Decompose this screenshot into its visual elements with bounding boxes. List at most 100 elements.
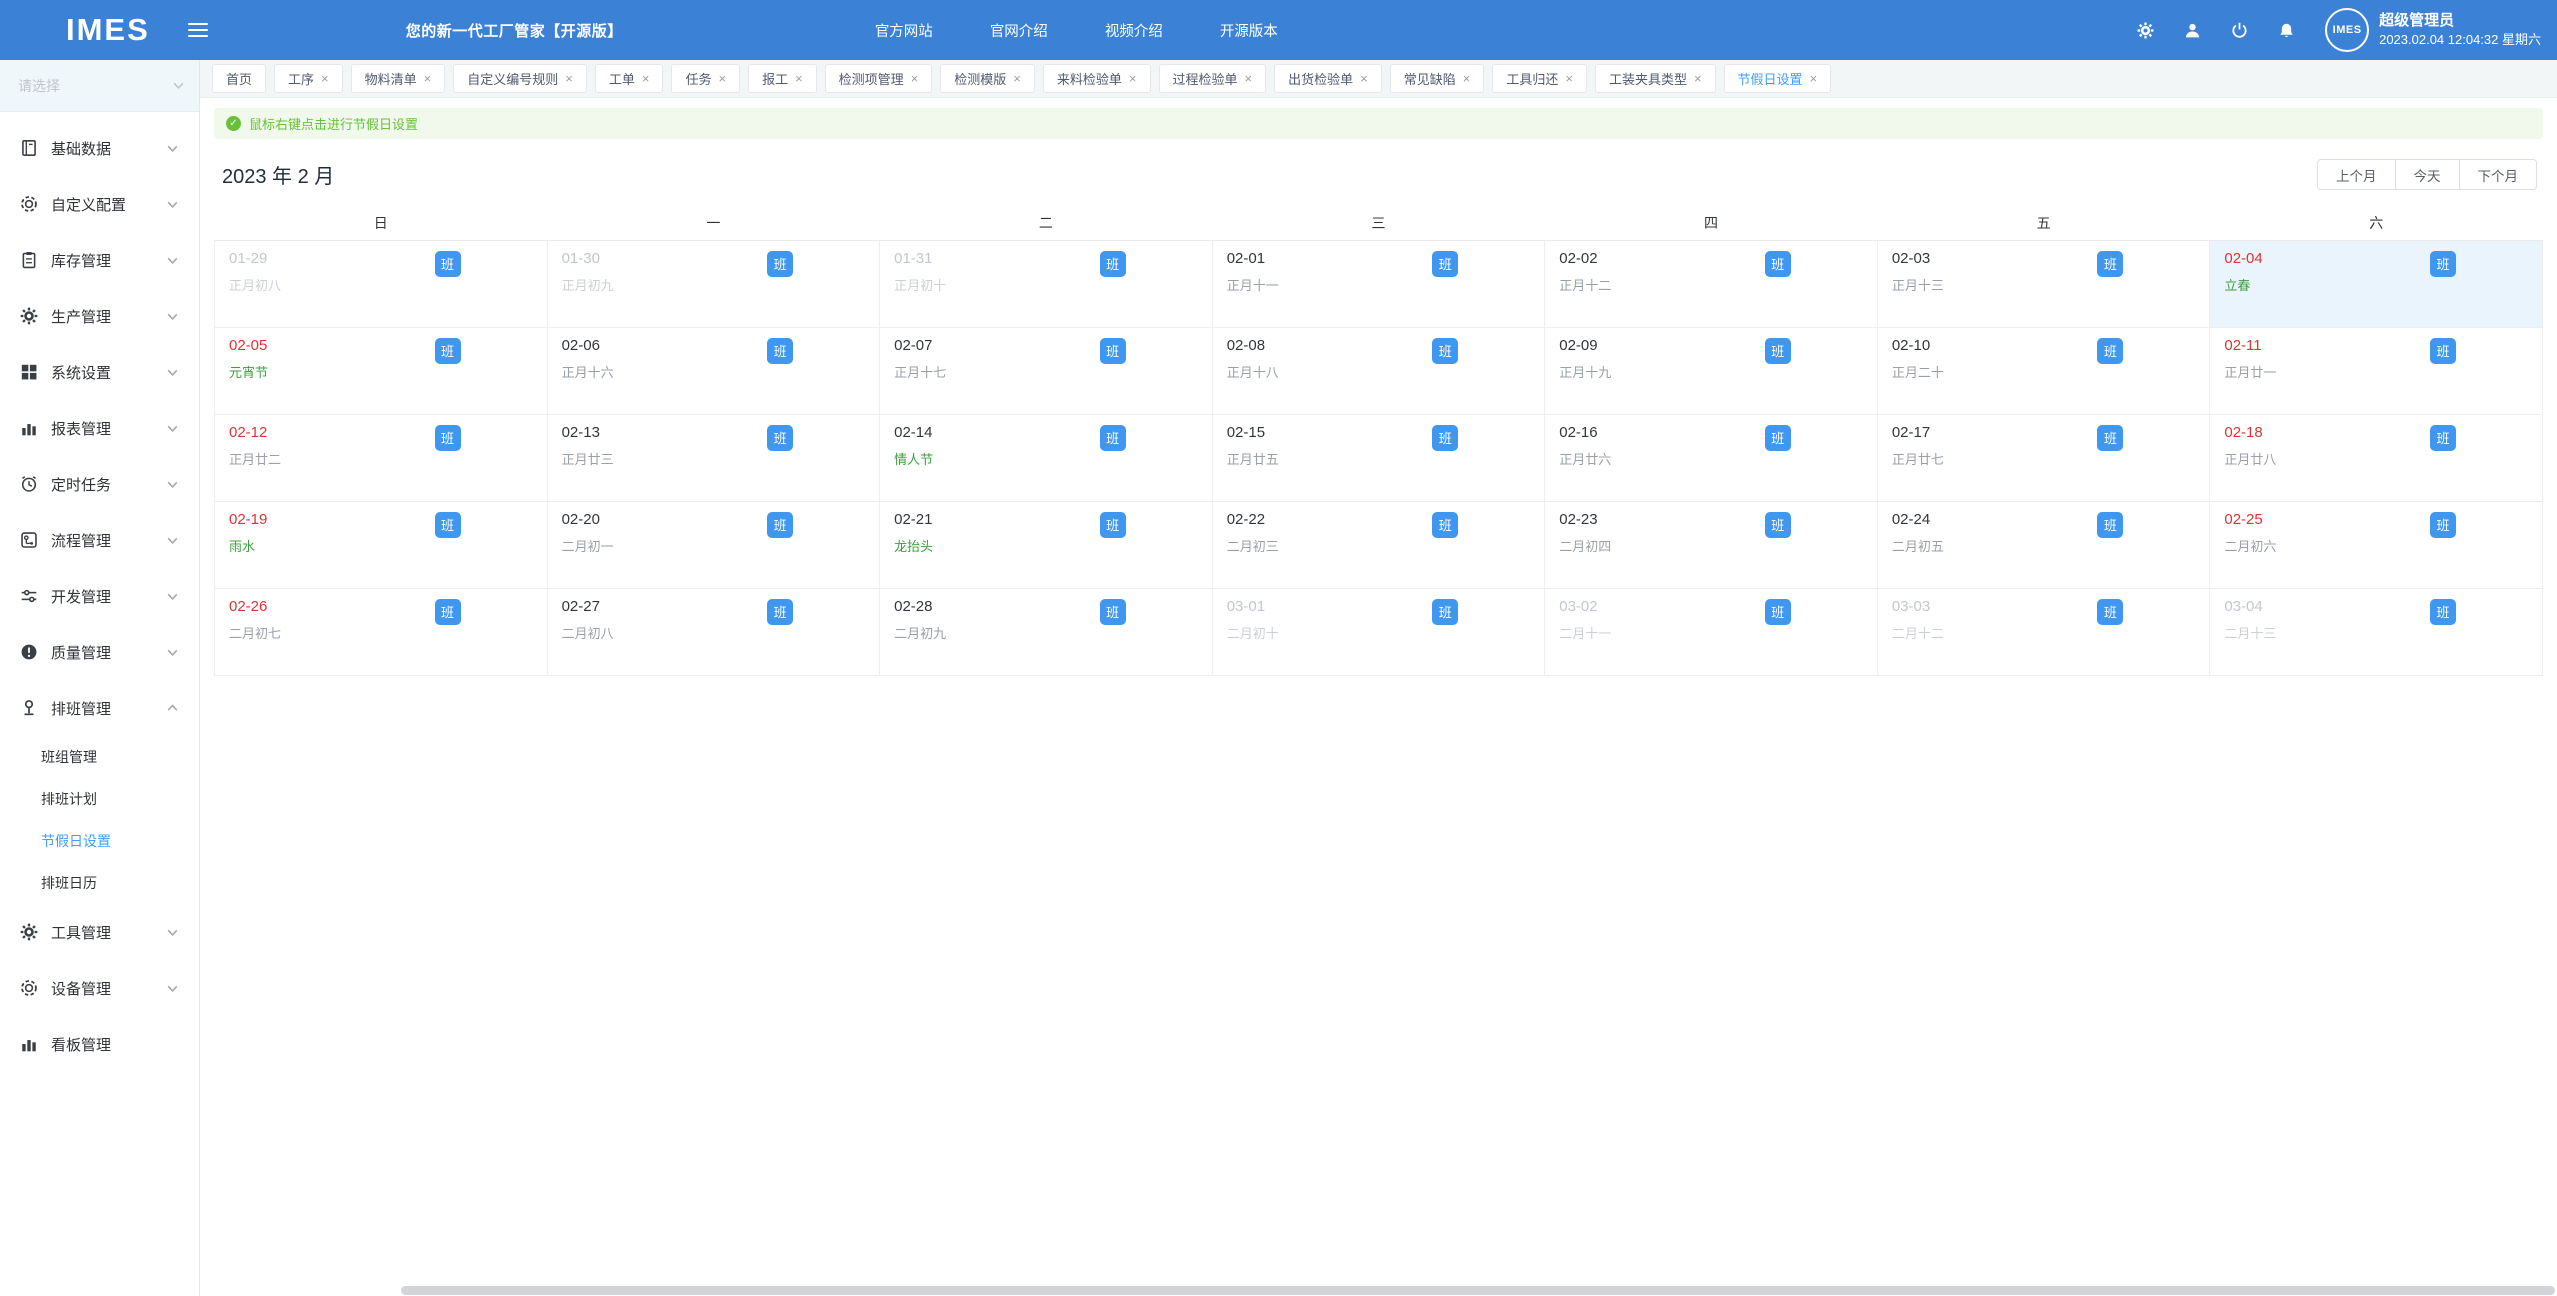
shift-badge[interactable]: 班 [435,599,461,625]
shift-badge[interactable]: 班 [1100,512,1126,538]
calendar-cell-02-21[interactable]: 02-21龙抬头班 [880,501,1213,588]
shift-badge[interactable]: 班 [1765,425,1791,451]
sidebar-subitem-排班计划[interactable]: 排班计划 [0,778,199,820]
calendar-cell-02-03[interactable]: 02-03正月十三班 [1877,240,2210,327]
shift-badge[interactable]: 班 [1100,425,1126,451]
nav-link[interactable]: 开源版本 [1220,20,1278,41]
tab-工序[interactable]: 工序× [274,64,343,93]
sidebar-item-工具管理[interactable]: 工具管理 [0,904,199,960]
calendar-button-上个月[interactable]: 上个月 [2317,159,2396,190]
shift-badge[interactable]: 班 [1100,599,1126,625]
shift-badge[interactable]: 班 [2430,599,2456,625]
tab-报工[interactable]: 报工× [748,64,817,93]
calendar-cell-02-23[interactable]: 02-23二月初四班 [1545,501,1878,588]
shift-badge[interactable]: 班 [435,251,461,277]
shift-badge[interactable]: 班 [1432,599,1458,625]
sidebar-item-库存管理[interactable]: 库存管理 [0,232,199,288]
tab-工单[interactable]: 工单× [595,64,664,93]
sidebar-item-排班管理[interactable]: 排班管理 [0,680,199,736]
shift-badge[interactable]: 班 [1765,338,1791,364]
calendar-cell-02-02[interactable]: 02-02正月十二班 [1545,240,1878,327]
tab-检测模版[interactable]: 检测模版× [940,64,1035,93]
calendar-cell-02-25[interactable]: 02-25二月初六班 [2210,501,2543,588]
sidebar-item-开发管理[interactable]: 开发管理 [0,568,199,624]
shift-badge[interactable]: 班 [2097,512,2123,538]
calendar-cell-01-29[interactable]: 01-29正月初八班 [215,240,548,327]
tab-close-icon[interactable]: × [1245,72,1253,85]
shift-badge[interactable]: 班 [2430,512,2456,538]
tab-过程检验单[interactable]: 过程检验单× [1159,64,1267,93]
tab-close-icon[interactable]: × [1694,72,1702,85]
calendar-cell-02-27[interactable]: 02-27二月初八班 [547,588,880,675]
calendar-cell-03-02[interactable]: 03-02二月十一班 [1545,588,1878,675]
shift-badge[interactable]: 班 [2097,338,2123,364]
calendar-cell-02-14[interactable]: 02-14情人节班 [880,414,1213,501]
power-icon[interactable] [2231,22,2248,39]
calendar-cell-02-18[interactable]: 02-18正月廿八班 [2210,414,2543,501]
sidebar-subitem-节假日设置[interactable]: 节假日设置 [0,820,199,862]
tab-close-icon[interactable]: × [1013,72,1021,85]
shift-badge[interactable]: 班 [2430,251,2456,277]
sidebar-item-自定义配置[interactable]: 自定义配置 [0,176,199,232]
shift-badge[interactable]: 班 [1100,251,1126,277]
sidebar-item-看板管理[interactable]: 看板管理 [0,1016,199,1072]
shift-badge[interactable]: 班 [767,512,793,538]
calendar-cell-02-26[interactable]: 02-26二月初七班 [215,588,548,675]
shift-badge[interactable]: 班 [1432,251,1458,277]
tab-任务[interactable]: 任务× [671,64,740,93]
shift-badge[interactable]: 班 [1765,599,1791,625]
tab-close-icon[interactable]: × [1565,72,1573,85]
calendar-cell-02-06[interactable]: 02-06正月十六班 [547,327,880,414]
tab-close-icon[interactable]: × [1463,72,1471,85]
tab-工具归还[interactable]: 工具归还× [1492,64,1587,93]
calendar-cell-02-22[interactable]: 02-22二月初三班 [1212,501,1545,588]
calendar-cell-03-03[interactable]: 03-03二月十二班 [1877,588,2210,675]
shift-badge[interactable]: 班 [767,425,793,451]
calendar-cell-02-15[interactable]: 02-15正月廿五班 [1212,414,1545,501]
calendar-cell-02-13[interactable]: 02-13正月廿三班 [547,414,880,501]
tab-自定义编号规则[interactable]: 自定义编号规则× [453,64,587,93]
sidebar-item-流程管理[interactable]: 流程管理 [0,512,199,568]
sidebar-item-定时任务[interactable]: 定时任务 [0,456,199,512]
shift-badge[interactable]: 班 [2097,251,2123,277]
calendar-cell-02-05[interactable]: 02-05元宵节班 [215,327,548,414]
calendar-button-今天[interactable]: 今天 [2396,159,2460,190]
tab-物料清单[interactable]: 物料清单× [351,64,446,93]
shift-badge[interactable]: 班 [1432,338,1458,364]
nav-link[interactable]: 官方网站 [875,20,933,41]
nav-link[interactable]: 视频介绍 [1105,20,1163,41]
calendar-cell-02-08[interactable]: 02-08正月十八班 [1212,327,1545,414]
shift-badge[interactable]: 班 [2097,425,2123,451]
shift-badge[interactable]: 班 [1765,512,1791,538]
shift-badge[interactable]: 班 [1100,338,1126,364]
settings-icon[interactable] [2137,22,2154,39]
tab-工装夹具类型[interactable]: 工装夹具类型× [1595,64,1716,93]
tab-close-icon[interactable]: × [642,72,650,85]
avatar[interactable]: IMES [2325,8,2369,52]
calendar-cell-02-10[interactable]: 02-10正月二十班 [1877,327,2210,414]
tab-首页[interactable]: 首页 [212,64,266,93]
calendar-cell-02-24[interactable]: 02-24二月初五班 [1877,501,2210,588]
tab-出货检验单[interactable]: 出货检验单× [1274,64,1382,93]
shift-badge[interactable]: 班 [767,599,793,625]
shift-badge[interactable]: 班 [2430,425,2456,451]
tab-来料检验单[interactable]: 来料检验单× [1043,64,1151,93]
tab-close-icon[interactable]: × [795,72,803,85]
calendar-cell-02-12[interactable]: 02-12正月廿二班 [215,414,548,501]
tab-close-icon[interactable]: × [565,72,573,85]
bell-icon[interactable] [2278,22,2295,39]
sidebar-item-生产管理[interactable]: 生产管理 [0,288,199,344]
shift-badge[interactable]: 班 [435,425,461,451]
calendar-cell-02-16[interactable]: 02-16正月廿六班 [1545,414,1878,501]
tab-检测项管理[interactable]: 检测项管理× [825,64,933,93]
sidebar-subitem-班组管理[interactable]: 班组管理 [0,736,199,778]
tab-close-icon[interactable]: × [718,72,726,85]
calendar-cell-02-19[interactable]: 02-19雨水班 [215,501,548,588]
calendar-cell-03-04[interactable]: 03-04二月十三班 [2210,588,2543,675]
calendar-cell-02-28[interactable]: 02-28二月初九班 [880,588,1213,675]
calendar-cell-02-01[interactable]: 02-01正月十一班 [1212,240,1545,327]
shift-badge[interactable]: 班 [1432,512,1458,538]
calendar-cell-01-30[interactable]: 01-30正月初九班 [547,240,880,327]
sidebar-subitem-排班日历[interactable]: 排班日历 [0,862,199,904]
tab-close-icon[interactable]: × [911,72,919,85]
